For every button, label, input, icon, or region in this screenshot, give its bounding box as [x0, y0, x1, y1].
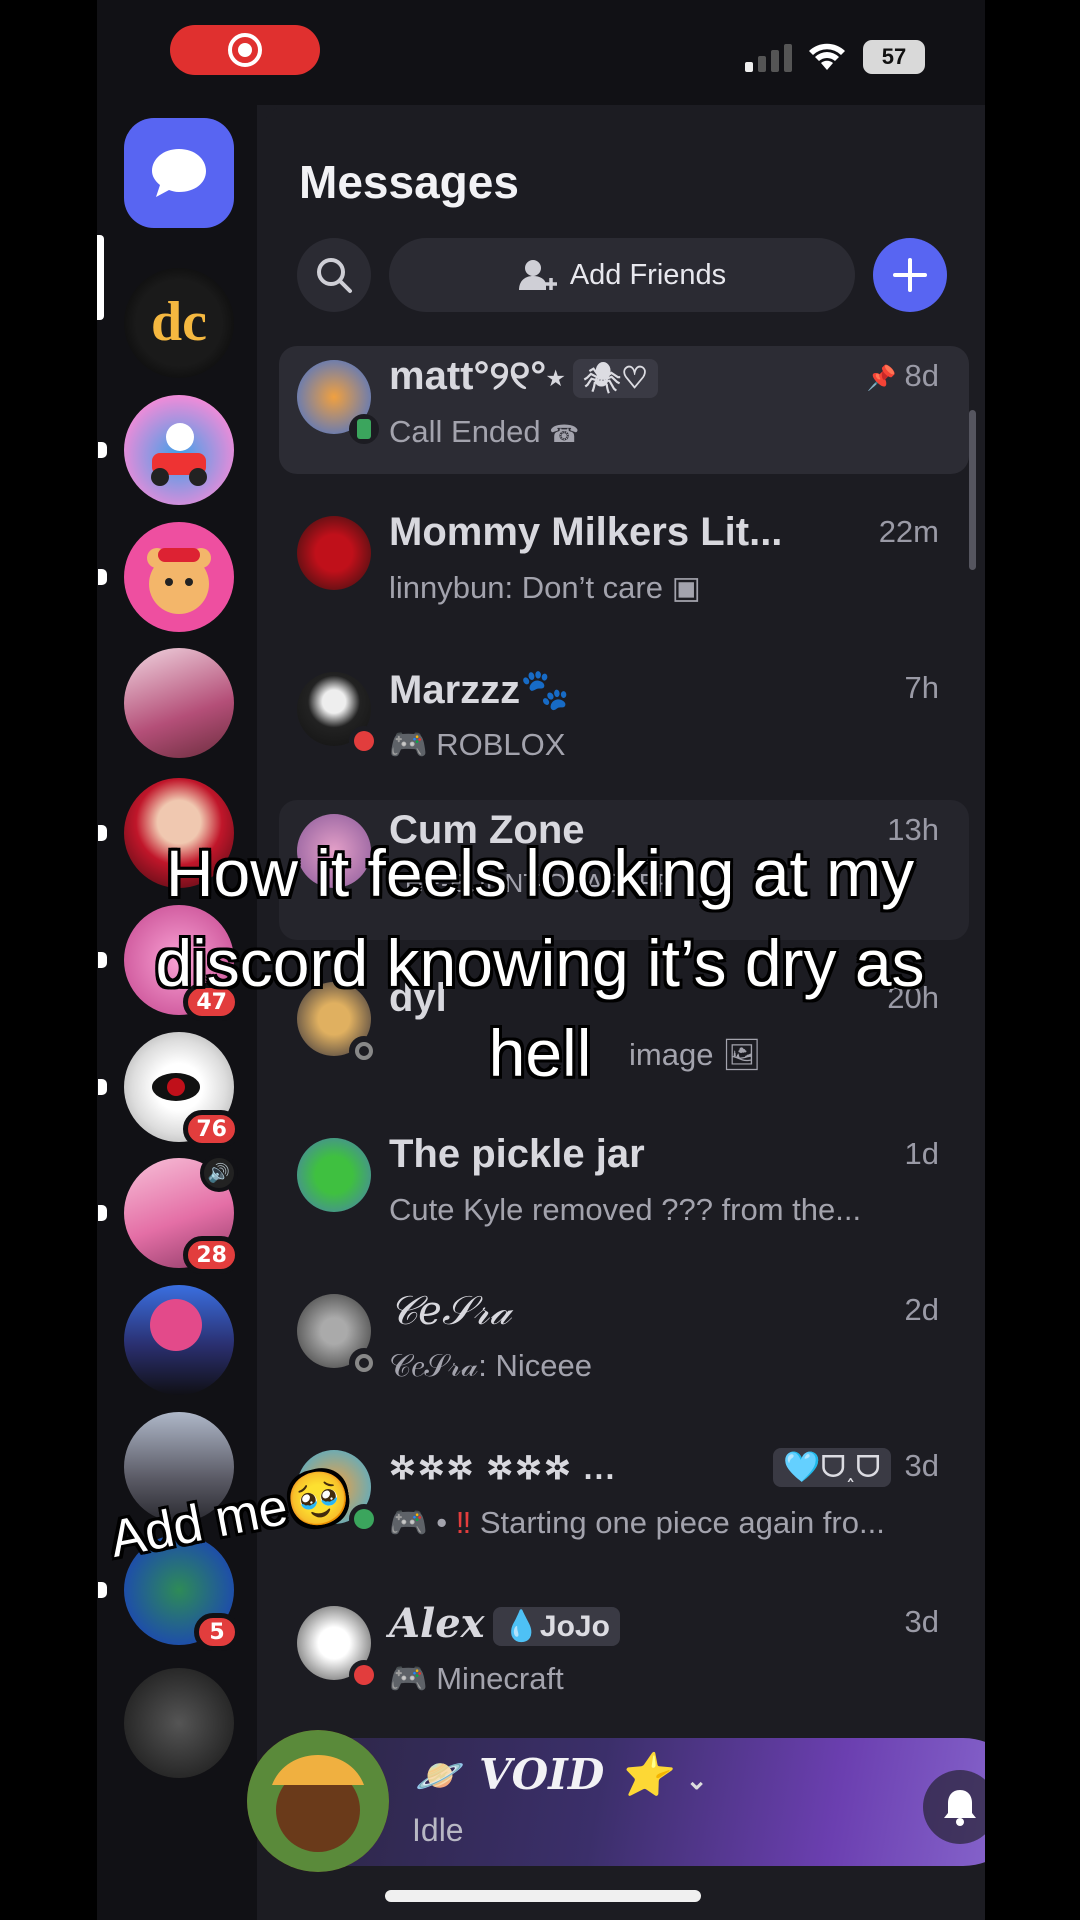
add-friend-icon [518, 260, 557, 290]
selected-indicator [97, 235, 104, 320]
dm-name: ✲✲✲ ✲✲✲ ... [389, 1450, 617, 1486]
user-avatar-art [247, 1730, 389, 1872]
unread-badge: 28 [183, 1236, 240, 1274]
server-icon-anime-group[interactable] [124, 648, 234, 758]
new-message-button[interactable] [873, 238, 947, 312]
dm-row-alex[interactable]: Alex 💧JoJo 3d 🎮 Minecraft [279, 1592, 969, 1720]
dnd-status-icon [349, 1660, 379, 1690]
server-icon-pink-head[interactable] [124, 1285, 234, 1395]
user-presence-status: Idle [412, 1812, 464, 1848]
cellular-signal-icon [745, 44, 792, 72]
dm-name: matt°୨୧°⋆ 🕷♡ [389, 354, 659, 399]
user-display-name[interactable]: 𝑽𝑶𝑰𝑫 ⭐ ⌄ [479, 1750, 708, 1800]
dm-name: Mommy Milkers Lit... [389, 510, 783, 554]
gamepad-icon: 🎮 [389, 1505, 428, 1540]
mobile-status-icon [349, 414, 379, 444]
dm-time: 1d [904, 1136, 939, 1171]
dm-subtitle: 𝒞𝑒𝒮𝓇𝒶: Niceee [389, 1348, 592, 1383]
dm-row-marzzz[interactable]: Marzzz🐾 7h 🎮 ROBLOX [279, 658, 969, 786]
pink-head-icon [150, 1299, 202, 1351]
search-icon [317, 258, 352, 293]
record-icon [228, 33, 262, 67]
gamepad-icon: 🎮 [389, 727, 428, 762]
dm-name: 𝒞𝑒𝒮𝓇𝒶 [389, 1288, 512, 1334]
dm-time: 🩵ᗜ˰ᗜ 3d [765, 1448, 939, 1488]
dm-time: 📌 8d [866, 358, 939, 393]
add-friends-label: Add Friends [569, 258, 727, 291]
dm-name: The pickle jar [389, 1132, 645, 1176]
plus-icon [893, 258, 927, 292]
hangup-icon: ☎ [549, 421, 580, 448]
server-icon-kart[interactable] [98, 395, 234, 505]
bear-icon [147, 548, 211, 614]
dm-time: 22m [878, 514, 939, 549]
dm-time: 3d [904, 1604, 939, 1639]
dm-subtitle: linnybun: Don’t care ▣ [389, 570, 701, 605]
dm-row-pickle-jar[interactable]: The pickle jar 1d Cute Kyle removed ??? … [279, 1124, 969, 1252]
chevron-down-icon: ⌄ [685, 1766, 708, 1796]
dm-subtitle: 🎮 • ‼ Starting one piece again fro... [389, 1505, 885, 1540]
chat-bubble-icon [152, 149, 206, 197]
screen-recording-indicator[interactable] [170, 25, 320, 75]
server-icon-dc[interactable]: dc [124, 268, 234, 378]
dm-subtitle: Cute Kyle removed ??? from the... [389, 1192, 862, 1227]
home-indicator[interactable] [385, 1890, 701, 1902]
svg-text:dc: dc [151, 291, 207, 353]
exclamation-icon: ‼ [455, 1505, 472, 1540]
idle-status-icon [349, 1348, 379, 1378]
speaker-icon: 🔊 [200, 1154, 238, 1192]
clan-tag: 🕷♡ [573, 358, 659, 398]
unread-badge: 76 [183, 1110, 240, 1148]
page-title: Messages [299, 156, 519, 208]
dm-time: 7h [904, 670, 939, 705]
kart-icon [151, 423, 207, 486]
user-avatar[interactable] [247, 1730, 389, 1872]
dm-row-group-dm[interactable]: ✲✲✲ ✲✲✲ ... 🩵ᗜ˰ᗜ 3d 🎮 • ‼ Starting one pi… [279, 1436, 969, 1564]
server-icon-dark[interactable] [124, 1668, 234, 1778]
clan-tag: 🩵ᗜ˰ᗜ [773, 1448, 891, 1488]
dm-row-matt[interactable]: matt°୨୧°⋆ 🕷♡ 📌 8d Call Ended ☎ [279, 346, 969, 474]
sticker-icon: ▣ [671, 570, 701, 605]
avatar [297, 516, 371, 590]
list-scrollbar[interactable] [969, 410, 976, 570]
dm-time: 2d [904, 1292, 939, 1327]
gamepad-icon: 🎮 [389, 1661, 428, 1696]
unread-badge: 5 [194, 1613, 240, 1651]
status-bar: 57 [97, 0, 985, 105]
dm-row-mommy-milkers[interactable]: Mommy Milkers Lit... 22m linnybun: Don’t… [279, 502, 969, 630]
dm-subtitle: 🎮 ROBLOX [389, 727, 566, 762]
dc-logo-icon: dc [151, 291, 207, 353]
dnd-status-icon [349, 726, 379, 756]
dm-subtitle: 🎮 Minecraft [389, 1661, 564, 1696]
planet-icon: 🪐 [415, 1753, 465, 1799]
direct-messages-button[interactable] [124, 118, 234, 228]
server-icon-pink-anime[interactable]: 🔊 28 [98, 1154, 240, 1274]
wifi-icon [809, 43, 845, 70]
battery-indicator: 57 [863, 40, 925, 74]
bell-icon [944, 1790, 976, 1826]
avatar [297, 1138, 371, 1212]
dm-row-cesra[interactable]: 𝒞𝑒𝒮𝓇𝒶 2d 𝒞𝑒𝒮𝓇𝒶: Niceee [279, 1280, 969, 1408]
add-friends-button[interactable]: Add Friends [389, 238, 855, 312]
server-icon-bear[interactable] [98, 522, 234, 632]
clan-tag: 💧JoJo [492, 1606, 620, 1646]
dm-subtitle: Call Ended ☎ [389, 414, 580, 449]
video-caption: How it feels looking at my discord knowi… [155, 836, 925, 1090]
dm-name: Alex 💧JoJo [389, 1600, 620, 1647]
pin-icon: 📌 [866, 365, 897, 392]
dm-name: Marzzz🐾 [389, 668, 570, 712]
search-button[interactable] [297, 238, 371, 312]
